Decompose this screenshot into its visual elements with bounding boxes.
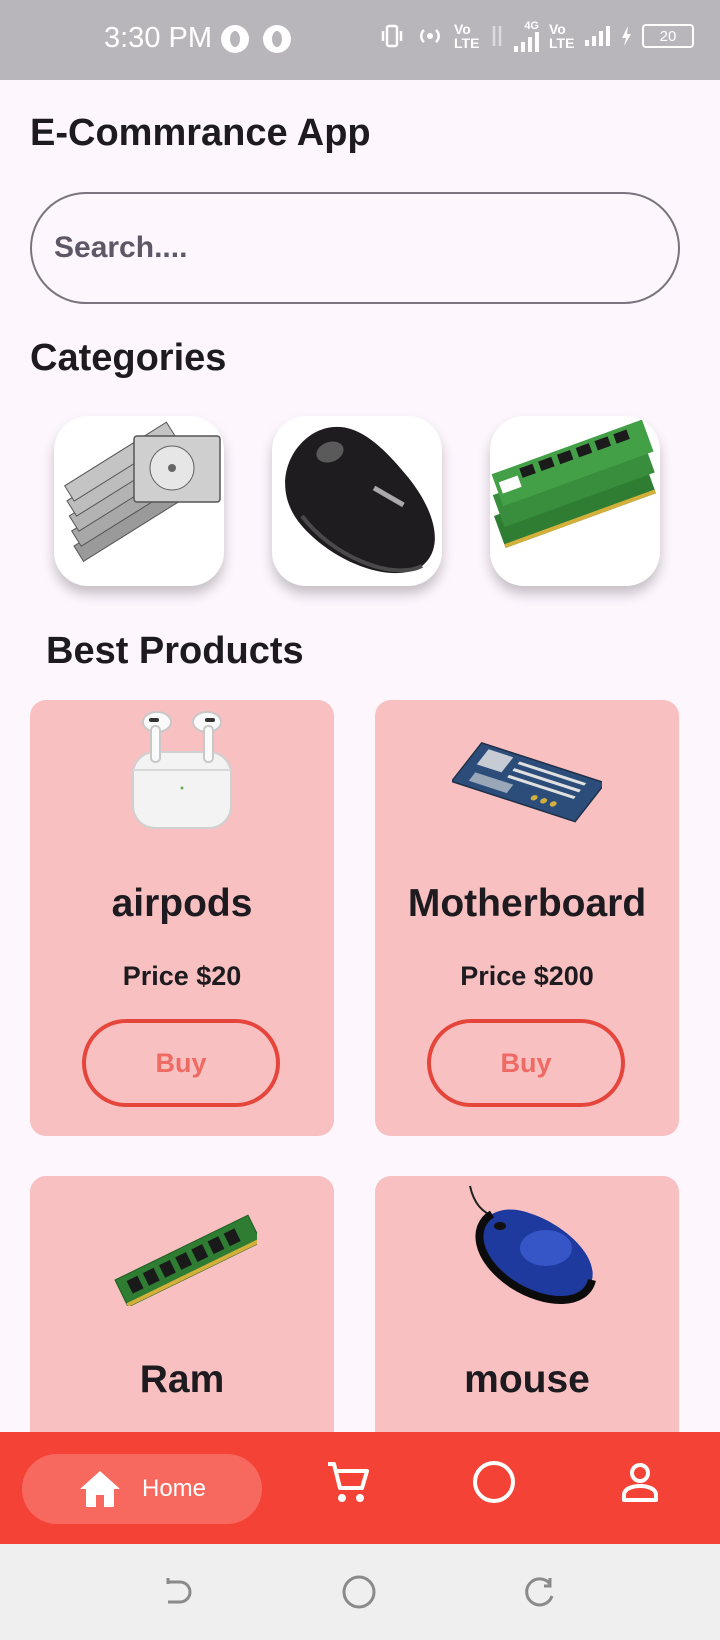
home-icon xyxy=(80,1471,120,1507)
nav-cart-button[interactable] xyxy=(320,1454,376,1510)
battery-icon: 20 xyxy=(642,24,694,48)
back-icon[interactable] xyxy=(160,1574,196,1610)
bottom-nav: Home xyxy=(0,1432,720,1544)
circle-icon xyxy=(473,1461,515,1503)
product-card-motherboard[interactable]: Motherboard Price $200 Buy xyxy=(375,700,679,1136)
search-field[interactable] xyxy=(30,192,680,304)
hotspot-icon xyxy=(420,29,440,43)
category-card-mouse[interactable] xyxy=(272,416,442,586)
app-notification-icon xyxy=(221,25,249,53)
categories-title: Categories xyxy=(30,337,227,379)
category-card-ram[interactable] xyxy=(490,416,660,586)
product-card-airpods[interactable]: airpods Price $20 Buy xyxy=(30,700,334,1136)
status-time: 3:30 PM xyxy=(104,22,212,54)
cart-icon xyxy=(328,1462,369,1502)
product-card-ram[interactable]: Ram xyxy=(30,1176,334,1476)
product-name: airpods xyxy=(111,882,253,925)
buy-button[interactable]: Buy xyxy=(82,1019,280,1107)
app-title: E-Commrance App xyxy=(30,112,371,154)
status-right: Vo LTE 4G Vo LTE 20 xyxy=(378,20,694,52)
product-name: Motherboard xyxy=(407,882,647,925)
person-icon xyxy=(622,1463,658,1502)
mouse-image xyxy=(285,426,435,574)
nav-home-button[interactable]: Home xyxy=(22,1454,262,1524)
motherboard-image xyxy=(452,741,602,823)
airpods-image xyxy=(132,711,232,829)
data-arrows-icon xyxy=(492,26,502,46)
categories-list xyxy=(54,416,660,586)
search-input[interactable] xyxy=(54,231,678,265)
category-card-hard-drives[interactable] xyxy=(54,416,224,586)
network-type-label: 4G xyxy=(524,20,539,32)
signal-icon-2 xyxy=(585,26,610,46)
nav-profile-button[interactable] xyxy=(612,1454,668,1510)
product-name: mouse xyxy=(464,1358,590,1401)
nav-circle-button[interactable] xyxy=(466,1454,522,1510)
product-price: Price $200 xyxy=(460,961,594,991)
product-card-mouse[interactable]: mouse xyxy=(375,1176,679,1476)
signal-icon xyxy=(514,32,539,52)
vibrate-icon xyxy=(381,24,403,48)
charging-icon xyxy=(622,26,631,46)
status-bar: 3:30 PM Vo LTE 4G Vo LTE 20 xyxy=(0,0,720,80)
nav-home-label: Home xyxy=(142,1475,207,1502)
opera-icon xyxy=(263,25,291,53)
battery-level: 20 xyxy=(659,27,677,45)
buy-button[interactable]: Buy xyxy=(427,1019,625,1107)
volte-label-1: Vo LTE xyxy=(454,21,480,51)
best-products-title: Best Products xyxy=(46,630,304,672)
product-price: Price $20 xyxy=(122,961,242,991)
ram-image xyxy=(491,419,656,548)
ram-stick-image xyxy=(114,1214,257,1306)
home-system-icon[interactable] xyxy=(341,1574,377,1610)
status-app-icons xyxy=(221,25,291,53)
volte-label-2: Vo LTE xyxy=(549,21,575,51)
product-name: Ram xyxy=(139,1358,225,1401)
system-nav-bar xyxy=(0,1544,720,1640)
recents-icon[interactable] xyxy=(522,1574,558,1610)
mouse-image xyxy=(469,1185,596,1304)
hard-drives-image xyxy=(63,421,221,562)
